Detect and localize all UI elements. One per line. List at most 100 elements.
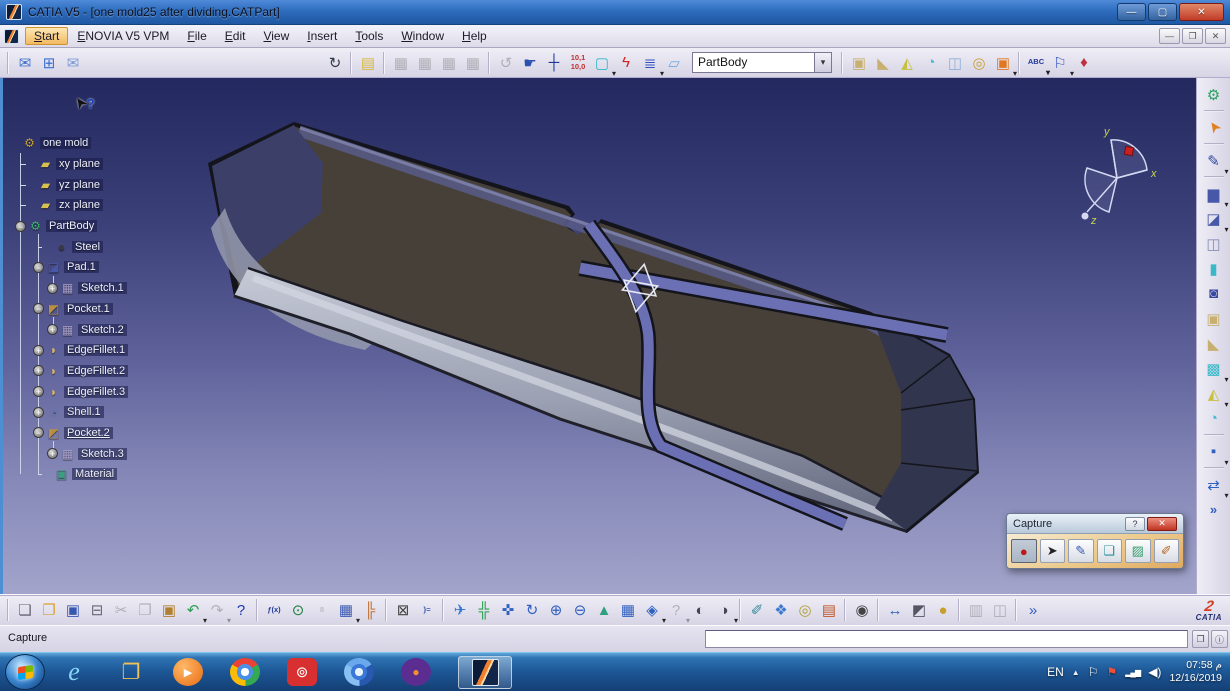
circular-pattern-icon[interactable]: ◎ xyxy=(967,51,991,75)
menu-tools[interactable]: Tools xyxy=(346,27,392,45)
measure-between-icon[interactable]: ↔ xyxy=(883,598,907,622)
mdi-minimize-button[interactable]: — xyxy=(1159,28,1180,44)
compass-target-icon[interactable]: ◎ xyxy=(793,598,817,622)
tree-item-one-mold[interactable]: ⚙ one mold xyxy=(5,133,220,154)
tree-item-label[interactable]: EdgeFillet.1 xyxy=(64,344,128,356)
tree-expander[interactable]: − xyxy=(33,262,44,273)
more-tools-chevron[interactable]: » xyxy=(1021,598,1045,622)
camera-icon[interactable]: ◉ xyxy=(850,598,874,622)
taskbar-chrome[interactable] xyxy=(230,658,260,686)
measure-inertia-icon[interactable]: ● xyxy=(931,598,955,622)
taskbar-catia-active[interactable] xyxy=(458,656,512,689)
tree-expander[interactable]: + xyxy=(33,365,44,376)
capture-select-button[interactable]: ➤ xyxy=(1040,539,1066,563)
zoom-out-icon[interactable]: ⊖ xyxy=(568,598,592,622)
antivirus-icon[interactable]: ⚑ xyxy=(1106,665,1117,679)
close-button[interactable]: ✕ xyxy=(1179,3,1224,21)
design-table-icon[interactable]: ▦ xyxy=(334,598,358,622)
tree-expander[interactable]: − xyxy=(33,427,44,438)
tree-expander[interactable]: + xyxy=(33,407,44,418)
menu-insert[interactable]: Insert xyxy=(298,27,346,45)
boolean-icon[interactable]: ▩ xyxy=(1201,356,1227,381)
tree-item-label[interactable]: PartBody xyxy=(46,220,97,232)
tree-item-label[interactable]: one mold xyxy=(40,137,91,149)
tree-item-label[interactable]: Sketch.3 xyxy=(78,448,127,460)
tree-item-xy-plane[interactable]: ▰ xy plane xyxy=(5,154,220,175)
layer-filter-icon[interactable]: ▤ xyxy=(817,598,841,622)
multi-view-icon[interactable]: ▦ xyxy=(616,598,640,622)
tree-item-sketch2[interactable]: + ▦ Sketch.2 xyxy=(5,319,220,340)
comment-icon[interactable]: ⊙ xyxy=(286,598,310,622)
layers-icon[interactable]: ▤ xyxy=(356,51,380,75)
menu-window[interactable]: Window xyxy=(392,27,453,45)
mean-dimensions-icon[interactable]: 10,1 10,0 xyxy=(566,51,590,75)
menu-enovia[interactable]: ENOVIA V5 VPM xyxy=(68,27,178,45)
mail-sessions-icon[interactable]: ⊞ xyxy=(37,51,61,75)
capture-record-button[interactable]: ● xyxy=(1011,539,1037,563)
copy-icon[interactable]: ❐ xyxy=(133,598,157,622)
tree-expander[interactable]: + xyxy=(33,386,44,397)
hole-icon[interactable]: ◙ xyxy=(1201,281,1227,306)
tree-item-yz-plane[interactable]: ▰ yz plane xyxy=(5,174,220,195)
maximize-button[interactable]: ▢ xyxy=(1148,3,1177,21)
shaft-icon[interactable]: ▮ xyxy=(1201,256,1227,281)
3d-compass[interactable]: y x z xyxy=(1075,120,1163,228)
scene-map-icon[interactable]: ❖ xyxy=(769,598,793,622)
tree-item-zx-plane[interactable]: ▰ zx plane xyxy=(5,195,220,216)
minimize-button[interactable]: — xyxy=(1117,3,1146,21)
tree-item-label[interactable]: Pocket.2 xyxy=(64,427,113,439)
axis-system-icon[interactable]: ┼ xyxy=(542,51,566,75)
knowledge-hand-icon[interactable]: ☛ xyxy=(518,51,542,75)
drafting-icon-1[interactable]: ▥ xyxy=(964,598,988,622)
power-input-toggle-button[interactable]: ❐ xyxy=(1192,630,1209,648)
tree-expander[interactable]: + xyxy=(47,324,58,335)
mdi-close-button[interactable]: ✕ xyxy=(1205,28,1226,44)
tree-expander[interactable]: − xyxy=(15,221,26,232)
tree-item-steel[interactable]: ● Steel xyxy=(5,236,220,257)
paste-icon[interactable]: ▣ xyxy=(157,598,181,622)
tree-item-label[interactable]: Sketch.1 xyxy=(78,282,127,294)
paintbrush-icon[interactable]: ✐ xyxy=(745,598,769,622)
power-input-field[interactable] xyxy=(705,630,1188,648)
mdi-restore-button[interactable]: ❐ xyxy=(1182,28,1203,44)
tree-item-pocket1[interactable]: − ◩ Pocket.1 xyxy=(5,299,220,320)
status-info-button[interactable]: ⓘ xyxy=(1211,630,1228,648)
hidden-icons-button[interactable]: ▲ xyxy=(1072,668,1080,677)
whats-this-icon[interactable]: ? xyxy=(229,598,253,622)
menu-help[interactable]: Help xyxy=(453,27,496,45)
groove-icon[interactable]: ◫ xyxy=(1201,231,1227,256)
drafting-icon-2[interactable]: ◫ xyxy=(988,598,1012,622)
quick-pad-icon[interactable]: ▱ xyxy=(662,51,686,75)
tree-expander[interactable]: + xyxy=(33,345,44,356)
enovia-tool-icon-3[interactable]: ▦ xyxy=(437,51,461,75)
tree-item-edgefillet1[interactable]: + ◗ EdgeFillet.1 xyxy=(5,340,220,361)
tree-item-material[interactable]: ▣ Material xyxy=(5,464,220,485)
rotate-icon[interactable]: ↻ xyxy=(520,598,544,622)
menu-view[interactable]: View xyxy=(254,27,298,45)
tree-item-partbody[interactable]: − ⚙ PartBody xyxy=(5,216,220,237)
update-box-icon[interactable]: ↻ xyxy=(323,51,347,75)
tree-item-label[interactable]: Material xyxy=(72,468,117,480)
capture-close-button[interactable]: ✕ xyxy=(1147,517,1177,531)
fit-all-in-icon[interactable]: ╬ xyxy=(472,598,496,622)
capture-palette-titlebar[interactable]: Capture ? ✕ xyxy=(1007,514,1183,534)
taskbar-chromium[interactable] xyxy=(344,658,374,686)
catalog-icon[interactable]: 8 xyxy=(310,598,334,622)
graph-tree-icon[interactable]: ╠ xyxy=(358,598,382,622)
combo-value[interactable]: PartBody xyxy=(692,52,814,73)
pocket-icon[interactable]: ◪ xyxy=(1201,206,1227,231)
transformation-icon[interactable]: ⇄ xyxy=(1201,472,1227,497)
design-table-list-icon[interactable]: ≣ xyxy=(638,51,662,75)
taskbar-explorer[interactable]: ❐ xyxy=(116,658,146,686)
tree-expander[interactable]: + xyxy=(47,283,58,294)
draft-icon[interactable]: ◭ xyxy=(1201,381,1227,406)
lock-icon[interactable]: ⊠ xyxy=(391,598,415,622)
point-icon[interactable]: ▪ xyxy=(1201,439,1227,464)
start-button[interactable] xyxy=(5,654,45,690)
tree-item-sketch1[interactable]: + ▦ Sketch.1 xyxy=(5,278,220,299)
formula-icon[interactable]: ƒ(x) xyxy=(262,598,286,622)
3d-viewport[interactable]: ⚙ one mold ▰ xy plane ▰ yz plane ▰ zx pl… xyxy=(0,78,1196,594)
zoom-in-icon[interactable]: ⊕ xyxy=(544,598,568,622)
tree-item-sketch3[interactable]: + ▦ Sketch.3 xyxy=(5,443,220,464)
text-leader-icon[interactable]: ABC xyxy=(1024,51,1048,75)
